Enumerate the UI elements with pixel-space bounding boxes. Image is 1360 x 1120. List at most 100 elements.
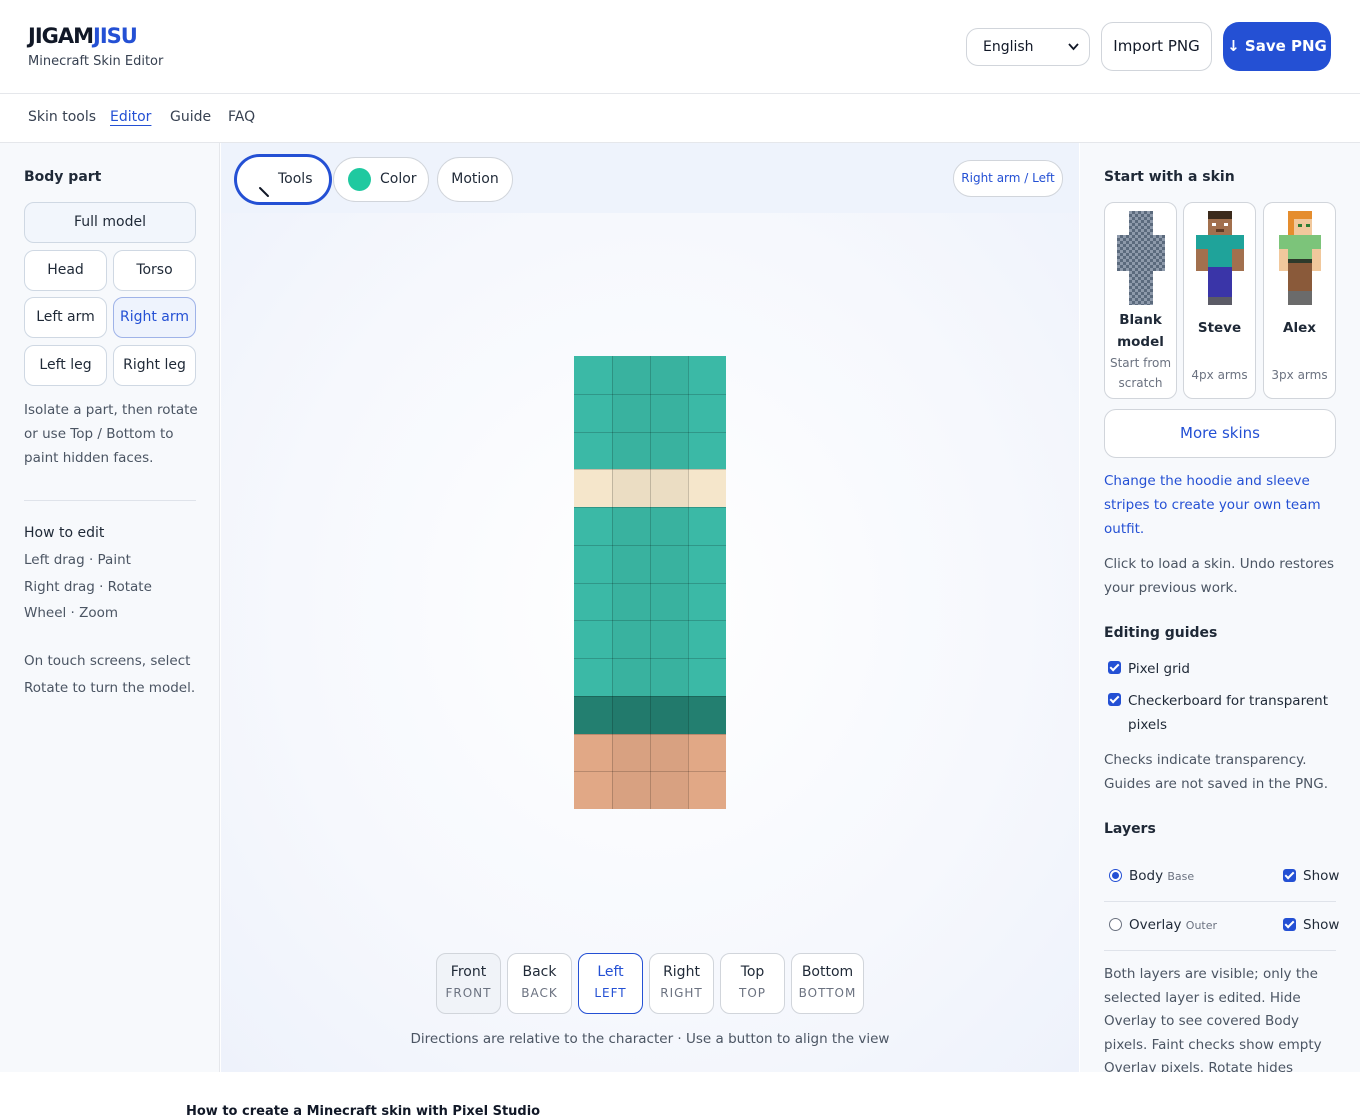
- pixel-gridline: [574, 733, 726, 735]
- guides-note: Checks indicate transparency. Guides are…: [1104, 752, 1328, 792]
- skin-pixel[interactable]: [650, 544, 688, 583]
- import-png-button[interactable]: Import PNG: [1101, 22, 1212, 71]
- hoodie-link[interactable]: Change the hoodie and sleeve stripes to …: [1104, 469, 1334, 541]
- editor-viewport[interactable]: Tools Color Motion Right arm / Left Fron…: [221, 143, 1079, 1072]
- skin-pixel[interactable]: [650, 771, 688, 809]
- layer-overlay-show-checkbox[interactable]: [1283, 918, 1296, 931]
- logo[interactable]: JIGAMJISU: [28, 24, 138, 48]
- checkerboard-checkbox[interactable]: [1108, 693, 1121, 706]
- pixel-gridline: [574, 507, 726, 508]
- nav-faq[interactable]: FAQ: [228, 109, 255, 125]
- skin-pixel[interactable]: [650, 393, 688, 432]
- skin-pixel[interactable]: [574, 695, 612, 734]
- skin-pixel[interactable]: [688, 582, 726, 621]
- skin-pixel[interactable]: [688, 507, 726, 545]
- editor-toolbar: Tools Color Motion Right arm / Left: [221, 143, 1079, 213]
- right-arm-button[interactable]: Right arm: [113, 297, 196, 338]
- layer-overlay-sub: Outer: [1185, 919, 1218, 932]
- skin-pixel[interactable]: [688, 431, 726, 470]
- current-part-chip: Right arm / Left: [953, 160, 1063, 197]
- left-leg-button[interactable]: Left leg: [24, 345, 107, 386]
- tools-button[interactable]: Tools: [237, 157, 329, 202]
- layer-body-radio[interactable]: [1109, 869, 1122, 882]
- skin-pixel[interactable]: [574, 356, 612, 394]
- face-bottom-button[interactable]: Bottom BOTTOM: [791, 953, 864, 1014]
- skin-pixel[interactable]: [574, 544, 612, 583]
- skin-pixel[interactable]: [612, 733, 650, 772]
- nav-guide[interactable]: Guide: [170, 109, 211, 125]
- face-right-button[interactable]: Right RIGHT: [649, 953, 714, 1014]
- skin-pixel[interactable]: [574, 431, 612, 470]
- save-png-button[interactable]: ↓ Save PNG: [1223, 22, 1331, 71]
- skin-pixel[interactable]: [574, 658, 612, 696]
- torso-button[interactable]: Torso: [113, 250, 196, 291]
- skin-pixel[interactable]: [650, 507, 688, 545]
- skin-pixel[interactable]: [612, 356, 650, 394]
- face-left-button[interactable]: Left LEFT: [578, 953, 643, 1014]
- skin-pixel[interactable]: [650, 431, 688, 470]
- skin-pixel[interactable]: [612, 582, 650, 621]
- skin-pixel[interactable]: [688, 356, 726, 394]
- more-skins-button[interactable]: More skins: [1104, 409, 1336, 458]
- how-to-edit-heading: How to edit: [24, 525, 105, 541]
- face-top-button[interactable]: Top TOP: [720, 953, 785, 1014]
- skin-pixel[interactable]: [612, 431, 650, 470]
- layer-overlay-radio[interactable]: [1109, 918, 1122, 931]
- nav-skin-tools[interactable]: Skin tools: [28, 109, 96, 125]
- layer-divider-2: [1104, 950, 1336, 951]
- skin-pixel[interactable]: [650, 733, 688, 772]
- skin-pixel[interactable]: [688, 695, 726, 734]
- skin-pixel[interactable]: [650, 695, 688, 734]
- skin-pixel[interactable]: [688, 658, 726, 696]
- skin-pixel[interactable]: [650, 356, 688, 394]
- left-arm-button[interactable]: Left arm: [24, 297, 107, 338]
- skin-pixel[interactable]: [574, 393, 612, 432]
- skin-pixel[interactable]: [574, 469, 612, 507]
- face-bottom-label: Bottom: [801, 964, 854, 980]
- how-line-rotate: Right drag · Rotate: [24, 579, 152, 595]
- alex-skin-preview: [1278, 211, 1321, 305]
- pixel-grid-checkbox[interactable]: [1108, 661, 1121, 674]
- skin-pixel[interactable]: [574, 507, 612, 545]
- skin-pixel[interactable]: [574, 620, 612, 658]
- face-back-button[interactable]: Back BACK: [507, 953, 572, 1014]
- language-select[interactable]: English: [966, 28, 1090, 66]
- skin-pixel[interactable]: [688, 771, 726, 809]
- skin-pixel[interactable]: [612, 393, 650, 432]
- skin-pixel[interactable]: [612, 658, 650, 696]
- skin-card-steve[interactable]: Steve 4px arms: [1183, 202, 1256, 399]
- skin-pixel[interactable]: [612, 469, 650, 507]
- skin-pixel[interactable]: [574, 582, 612, 621]
- nav-editor[interactable]: Editor: [110, 109, 151, 125]
- skin-pixel[interactable]: [650, 658, 688, 696]
- color-button[interactable]: Color: [333, 157, 429, 202]
- skin-pixel[interactable]: [612, 507, 650, 545]
- skin-pixel[interactable]: [688, 393, 726, 432]
- head-button[interactable]: Head: [24, 250, 107, 291]
- layer-body-show-checkbox[interactable]: [1283, 869, 1296, 882]
- skin-pixel[interactable]: [688, 544, 726, 583]
- skin-pixel[interactable]: [650, 620, 688, 658]
- skin-pixel[interactable]: [650, 469, 688, 507]
- skin-pixel[interactable]: [574, 733, 612, 772]
- motion-button[interactable]: Motion: [437, 157, 513, 202]
- skin-pixel[interactable]: [688, 469, 726, 507]
- skin-pixel[interactable]: [612, 544, 650, 583]
- skin-pixel[interactable]: [612, 620, 650, 658]
- face-front-button[interactable]: Front FRONT: [436, 953, 501, 1014]
- tools-label: Tools: [278, 171, 313, 187]
- skin-pixel[interactable]: [612, 695, 650, 734]
- skin-pixel[interactable]: [688, 620, 726, 658]
- arm-face-canvas[interactable]: [574, 356, 726, 809]
- skin-card-alex[interactable]: Alex 3px arms: [1263, 202, 1336, 399]
- skin-pixel[interactable]: [612, 771, 650, 809]
- full-model-button[interactable]: Full model: [24, 202, 196, 243]
- right-leg-button[interactable]: Right leg: [113, 345, 196, 386]
- app-subtitle: Minecraft Skin Editor: [28, 54, 164, 69]
- skin-card-blank[interactable]: Blank model Start from scratch: [1104, 202, 1177, 399]
- skin-pixel[interactable]: [650, 582, 688, 621]
- skin-pixel[interactable]: [688, 733, 726, 772]
- skin-panel: Start with a skin Blank model Start from…: [1080, 143, 1360, 1072]
- app-header: JIGAMJISU Minecraft Skin Editor English …: [0, 0, 1360, 94]
- skin-pixel[interactable]: [574, 771, 612, 809]
